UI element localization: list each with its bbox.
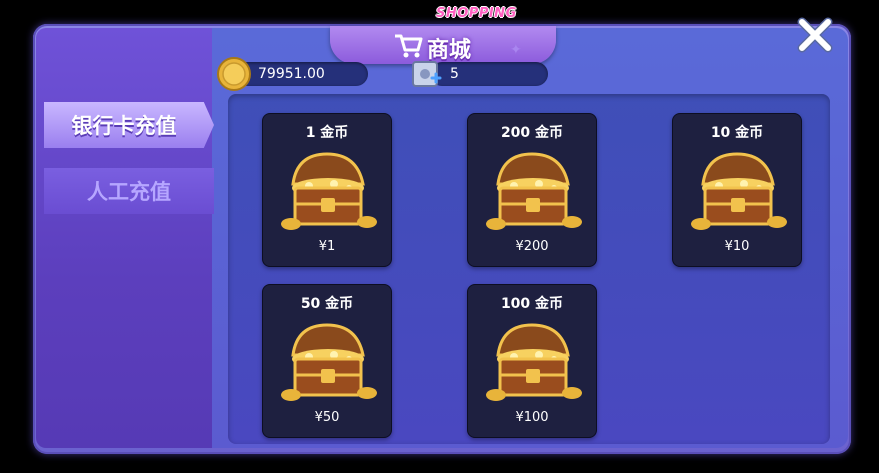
tab-bank-card-recharge[interactable]: 银行卡充值 — [44, 102, 214, 148]
gold-coin-icon — [217, 57, 251, 91]
tab-manual-recharge[interactable]: 人工充值 — [44, 168, 214, 214]
product-card[interactable]: 10 金币 ¥10 — [672, 113, 802, 267]
product-price: ¥1 — [318, 239, 336, 254]
star-icon: ✦ — [510, 42, 522, 58]
product-label: 10 金币 — [710, 125, 764, 141]
treasure-chest-icon — [486, 323, 582, 401]
product-card[interactable]: 50 金币 ¥50 — [262, 284, 392, 438]
treasure-chest-icon — [486, 152, 582, 230]
sidebar — [36, 28, 212, 448]
close-button[interactable] — [792, 14, 838, 56]
safe-box-icon — [412, 61, 442, 87]
product-label: 1 金币 — [305, 125, 349, 141]
product-label: 50 金币 — [300, 296, 354, 312]
treasure-chest-icon — [691, 152, 787, 230]
page-subtitle: SHOPPING — [436, 6, 517, 21]
close-icon — [797, 17, 833, 53]
bank-balance-pill — [430, 62, 548, 86]
product-price: ¥50 — [314, 410, 340, 425]
product-label: 100 金币 — [500, 296, 564, 312]
product-card[interactable]: 100 金币 ¥100 — [467, 284, 597, 438]
product-price: ¥100 — [515, 410, 549, 425]
gold-balance: 79951.00 — [258, 66, 325, 82]
product-price: ¥200 — [515, 239, 549, 254]
bank-balance: 5 — [450, 66, 459, 82]
product-card[interactable]: 1 金币 ¥1 — [262, 113, 392, 267]
treasure-chest-icon — [281, 323, 377, 401]
product-label: 200 金币 — [500, 125, 564, 141]
treasure-chest-icon — [281, 152, 377, 230]
product-price: ¥10 — [724, 239, 750, 254]
product-card[interactable]: 200 金币 ¥200 — [467, 113, 597, 267]
